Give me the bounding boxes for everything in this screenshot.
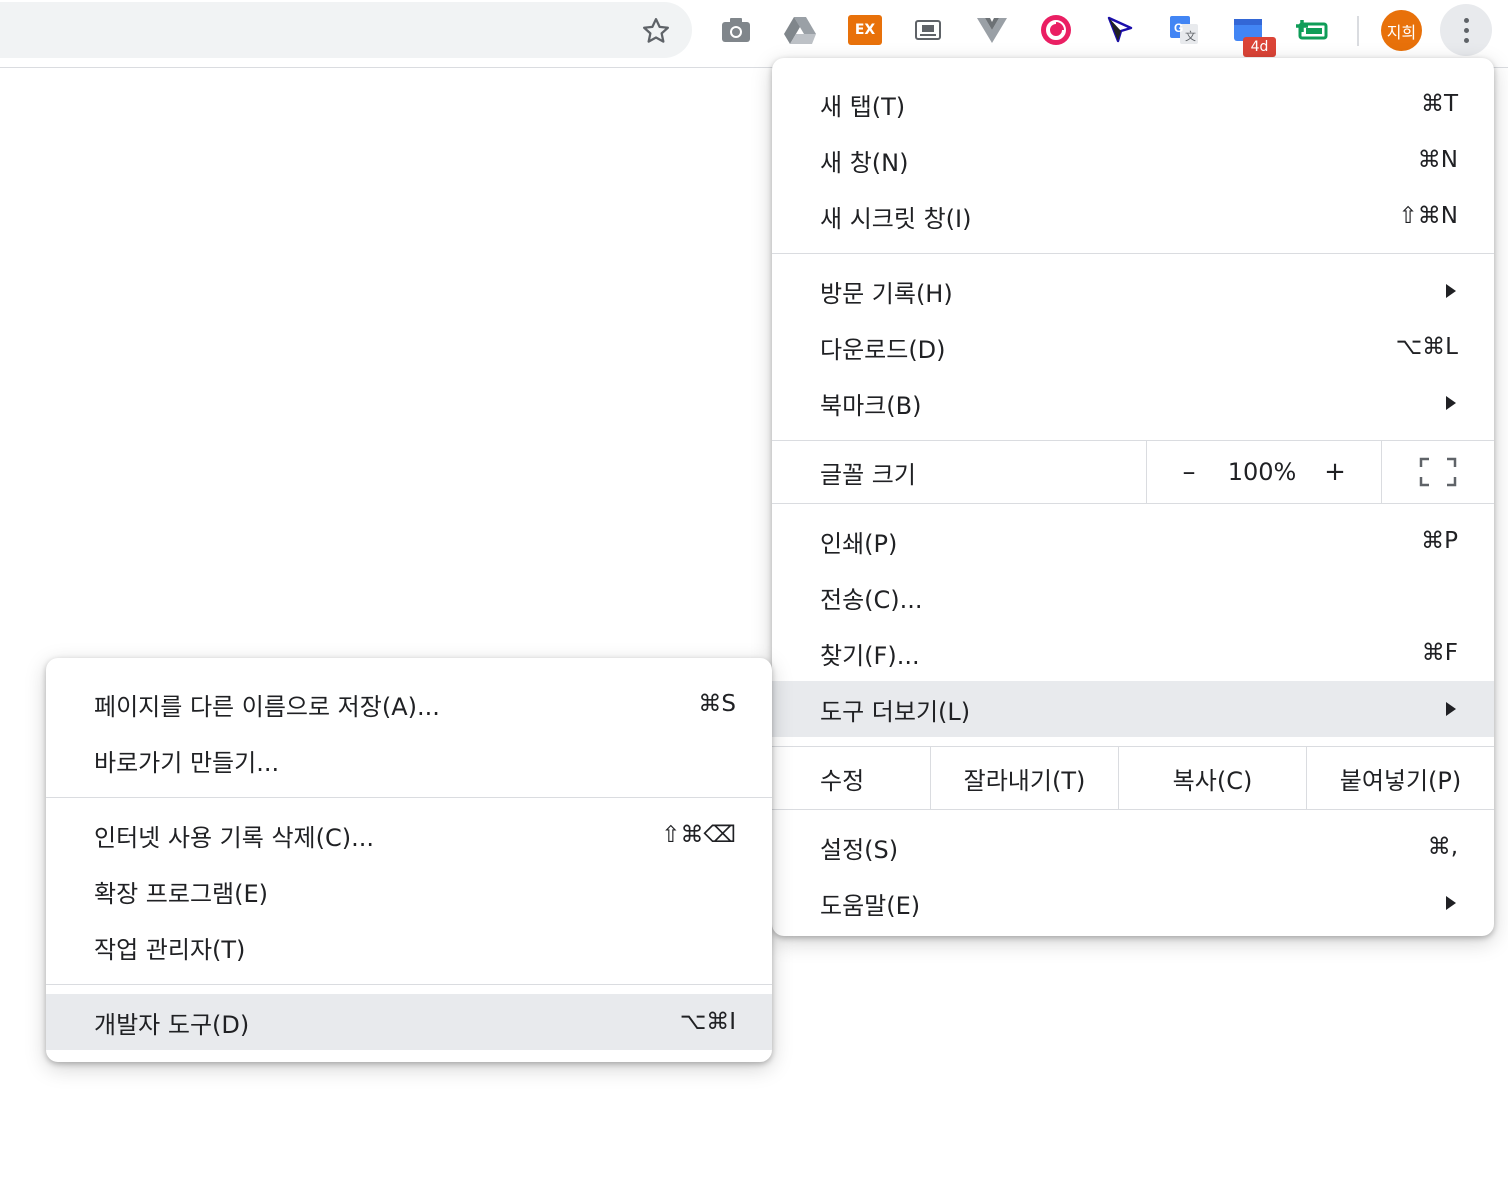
camera-extension-icon[interactable] bbox=[714, 10, 758, 50]
menu-item-developer-tools[interactable]: 개발자 도구(D) ⌥⌘I bbox=[46, 994, 772, 1050]
menu-item-new-incognito-window[interactable]: 새 시크릿 창(I) ⇧⌘N bbox=[772, 188, 1494, 244]
menu-item-shortcut: ⌘, bbox=[1427, 834, 1458, 860]
menu-item-label: 페이지를 다른 이름으로 저장(A)... bbox=[94, 692, 440, 721]
zoom-level: 100% bbox=[1227, 458, 1297, 486]
ex-extension-icon[interactable]: EX bbox=[843, 10, 887, 50]
submenu-arrow-icon bbox=[1446, 396, 1456, 410]
menu-item-label: 새 시크릿 창(I) bbox=[820, 204, 972, 233]
menu-item-more-tools[interactable]: 도구 더보기(L) bbox=[772, 681, 1494, 737]
menu-item-new-window[interactable]: 새 창(N) ⌘N bbox=[772, 132, 1494, 188]
menu-item-label: 도구 더보기(L) bbox=[820, 697, 971, 726]
fullscreen-icon bbox=[1419, 457, 1457, 487]
zoom-in-button[interactable]: + bbox=[1321, 457, 1349, 487]
menu-item-help[interactable]: 도움말(E) bbox=[772, 875, 1494, 931]
menu-separator bbox=[46, 984, 772, 985]
profile-avatar[interactable]: 지희 bbox=[1381, 10, 1422, 51]
menu-item-shortcut: ⌘S bbox=[698, 691, 736, 717]
menu-item-label: 새 창(N) bbox=[820, 148, 909, 177]
vue-devtools-icon[interactable] bbox=[970, 10, 1014, 50]
menu-item-history[interactable]: 방문 기록(H) bbox=[772, 263, 1494, 319]
menu-item-label: 방문 기록(H) bbox=[820, 279, 953, 308]
green-plus-extension-icon[interactable] bbox=[1290, 10, 1334, 50]
edit-label: 수정 bbox=[820, 766, 865, 795]
zoom-row: 글꼴 크기 – 100% + bbox=[772, 440, 1494, 504]
menu-item-create-shortcut[interactable]: 바로가기 만들기... bbox=[46, 732, 772, 788]
pocket-style-extension-icon[interactable] bbox=[1034, 10, 1078, 50]
more-tools-submenu: 페이지를 다른 이름으로 저장(A)... ⌘S 바로가기 만들기... 인터넷… bbox=[46, 658, 772, 1062]
menu-separator bbox=[772, 253, 1494, 254]
menu-separator bbox=[46, 797, 772, 798]
cut-button[interactable]: 잘라내기(T) bbox=[930, 747, 1118, 809]
drive-extension-icon[interactable] bbox=[778, 10, 822, 50]
menu-item-print[interactable]: 인쇄(P) ⌘P bbox=[772, 513, 1494, 569]
menu-item-settings[interactable]: 설정(S) ⌘, bbox=[772, 819, 1494, 875]
menu-item-label: 북마크(B) bbox=[820, 391, 922, 420]
chrome-menu-icon[interactable] bbox=[1440, 4, 1492, 56]
menu-item-new-tab[interactable]: 새 탭(T) ⌘T bbox=[772, 76, 1494, 132]
menu-item-find[interactable]: 찾기(F)... ⌘F bbox=[772, 625, 1494, 681]
google-translate-icon[interactable]: G文 bbox=[1162, 10, 1206, 50]
menu-item-label: 도움말(E) bbox=[820, 891, 921, 920]
menu-item-shortcut: ⌥⌘I bbox=[679, 1009, 736, 1035]
menu-item-label: 바로가기 만들기... bbox=[94, 748, 280, 777]
paste-button[interactable]: 붙여넣기(P) bbox=[1306, 747, 1494, 809]
menu-item-label: 다운로드(D) bbox=[820, 335, 946, 364]
cursor-arrow-extension-icon[interactable] bbox=[1098, 10, 1142, 50]
edit-row: 수정 잘라내기(T) 복사(C) 붙여넣기(P) bbox=[772, 746, 1494, 810]
ex-extension-label: EX bbox=[848, 15, 882, 45]
notion-extension-icon[interactable] bbox=[906, 10, 950, 50]
menu-item-label: 작업 관리자(T) bbox=[94, 935, 246, 964]
submenu-arrow-icon bbox=[1446, 284, 1456, 298]
submenu-arrow-icon bbox=[1446, 896, 1456, 910]
bookmark-star-icon[interactable] bbox=[637, 12, 675, 50]
menu-item-cast[interactable]: 전송(C)... bbox=[772, 569, 1494, 625]
tab-count-badge: 4d bbox=[1243, 37, 1276, 57]
address-bar[interactable] bbox=[0, 2, 692, 58]
menu-item-downloads[interactable]: 다운로드(D) ⌥⌘L bbox=[772, 319, 1494, 375]
menu-item-label: 찾기(F)... bbox=[820, 641, 920, 670]
submenu-arrow-icon bbox=[1446, 702, 1456, 716]
menu-item-shortcut: ⌘T bbox=[1420, 91, 1458, 117]
menu-item-label: 설정(S) bbox=[820, 835, 899, 864]
menu-item-label: 인터넷 사용 기록 삭제(C)... bbox=[94, 823, 374, 852]
copy-button[interactable]: 복사(C) bbox=[1118, 747, 1306, 809]
menu-item-extensions[interactable]: 확장 프로그램(E) bbox=[46, 863, 772, 919]
menu-item-clear-browsing-data[interactable]: 인터넷 사용 기록 삭제(C)... ⇧⌘⌫ bbox=[46, 807, 772, 863]
menu-item-label: 개발자 도구(D) bbox=[94, 1010, 250, 1039]
svg-text:文: 文 bbox=[1185, 29, 1196, 43]
zoom-label: 글꼴 크기 bbox=[820, 460, 916, 489]
menu-item-bookmarks[interactable]: 북마크(B) bbox=[772, 375, 1494, 431]
menu-item-shortcut: ⌘P bbox=[1421, 528, 1458, 554]
menu-item-label: 새 탭(T) bbox=[820, 92, 906, 121]
menu-item-shortcut: ⇧⌘⌫ bbox=[661, 822, 736, 848]
fullscreen-button[interactable] bbox=[1382, 441, 1494, 503]
toolbar-divider bbox=[1357, 16, 1359, 46]
menu-item-label: 전송(C)... bbox=[820, 585, 923, 614]
menu-item-save-page-as[interactable]: 페이지를 다른 이름으로 저장(A)... ⌘S bbox=[46, 676, 772, 732]
zoom-controls: – 100% + bbox=[1146, 441, 1382, 503]
menu-item-shortcut: ⇧⌘N bbox=[1398, 203, 1458, 229]
menu-item-label: 확장 프로그램(E) bbox=[94, 879, 268, 908]
menu-item-shortcut: ⌘N bbox=[1417, 147, 1458, 173]
zoom-out-button[interactable]: – bbox=[1175, 457, 1203, 487]
svg-text:G: G bbox=[1174, 21, 1183, 35]
menu-item-label: 인쇄(P) bbox=[820, 529, 898, 558]
menu-item-shortcut: ⌥⌘L bbox=[1395, 334, 1458, 360]
menu-item-task-manager[interactable]: 작업 관리자(T) bbox=[46, 919, 772, 975]
menu-item-shortcut: ⌘F bbox=[1421, 640, 1458, 666]
chrome-main-menu: 새 탭(T) ⌘T 새 창(N) ⌘N 새 시크릿 창(I) ⇧⌘N 방문 기록… bbox=[772, 58, 1494, 936]
